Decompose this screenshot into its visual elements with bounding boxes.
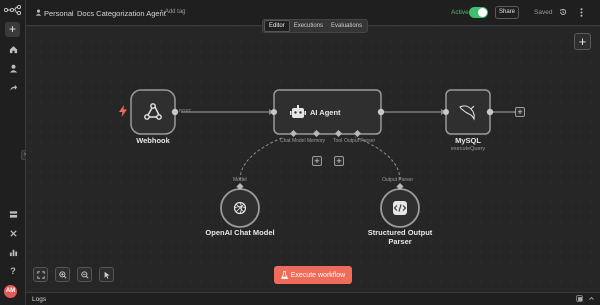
zoom-in-icon [58, 270, 67, 279]
sidebar-add-button[interactable]: + [5, 22, 20, 37]
zoom-out-button[interactable] [77, 267, 92, 282]
code-icon [393, 201, 407, 215]
lightning-icon [119, 105, 127, 117]
fit-view-button[interactable] [33, 267, 48, 282]
home-icon[interactable] [5, 42, 21, 56]
webhook-node [130, 89, 176, 135]
avatar[interactable]: AM [4, 285, 17, 298]
select-tool-button[interactable] [99, 267, 114, 282]
app-window: + ? AM › Personal / Docs Categorization … [0, 0, 600, 305]
port-label-output-parser: Output Parser [344, 138, 376, 144]
user-icon[interactable] [5, 61, 21, 75]
zoom-out-icon [80, 270, 89, 279]
port-label-chat-model: Chat Model [280, 138, 306, 144]
breadcrumb-workspace[interactable]: Personal [44, 9, 74, 18]
mysql-subtitle: executeQuery [450, 146, 486, 152]
breadcrumb-separator: / [71, 9, 74, 18]
agent-input-port [271, 109, 277, 115]
mysql-output-port [486, 108, 494, 116]
history-icon[interactable] [559, 8, 567, 18]
templates-icon[interactable] [5, 207, 21, 221]
logs-panel-bar[interactable]: Logs [26, 292, 600, 305]
more-options-icon[interactable] [580, 8, 583, 19]
execute-label: Execute workflow [290, 271, 346, 279]
openai-port-label: Model [233, 177, 247, 183]
port-label-memory: Memory [307, 138, 326, 144]
logs-label: Logs [32, 296, 47, 303]
zoom-in-button[interactable] [55, 267, 70, 282]
webhook-title: Webhook [136, 136, 170, 145]
workflow-canvas[interactable]: Editor Executions Evaluations + POST + +… [26, 19, 600, 292]
add-tag-button[interactable]: + Add tag [160, 9, 186, 15]
expand-chevron-icon[interactable] [588, 295, 595, 304]
mysql-node [445, 89, 491, 135]
active-toggle[interactable] [469, 7, 488, 18]
variables-icon[interactable] [5, 226, 21, 240]
connection-openai-agent [239, 136, 285, 181]
mysql-title: MySQL [455, 136, 481, 145]
personal-user-icon [35, 9, 42, 16]
add-tool-button[interactable]: + [334, 156, 344, 166]
openai-title: OpenAI Chat Model [205, 228, 275, 237]
webhook-output-label: POST [179, 108, 192, 113]
webhook-output-port [171, 108, 179, 116]
workflow-name[interactable]: Docs Categorization Agent [77, 9, 166, 18]
agent-output-port [377, 108, 385, 116]
saved-status: Saved [534, 9, 553, 16]
add-mysql-output-button[interactable]: + [515, 107, 525, 117]
share-arrow-icon[interactable] [5, 80, 21, 94]
share-button[interactable]: Share [495, 6, 519, 19]
flask-icon [280, 271, 288, 279]
active-label: Active [451, 9, 469, 16]
help-icon[interactable]: ? [5, 264, 21, 278]
parser-port-label: Output Parser [382, 177, 414, 183]
execute-workflow-button[interactable]: Execute workflow [274, 266, 352, 284]
n8n-logo[interactable] [4, 5, 22, 15]
cursor-icon [104, 271, 109, 279]
canvas-toolbar [33, 267, 121, 282]
fit-view-icon [36, 270, 45, 279]
parser-title-line2: Parser [388, 237, 412, 246]
popout-icon[interactable] [576, 295, 583, 304]
parser-title-line1: Structured Output [367, 228, 433, 237]
insights-icon[interactable] [5, 245, 21, 259]
agent-title: AI Agent [310, 108, 341, 117]
port-label-tool: Tool [333, 138, 343, 144]
add-memory-button[interactable]: + [312, 156, 322, 166]
mysql-input-port [443, 109, 449, 115]
sidebar: + ? AM › [0, 0, 29, 305]
